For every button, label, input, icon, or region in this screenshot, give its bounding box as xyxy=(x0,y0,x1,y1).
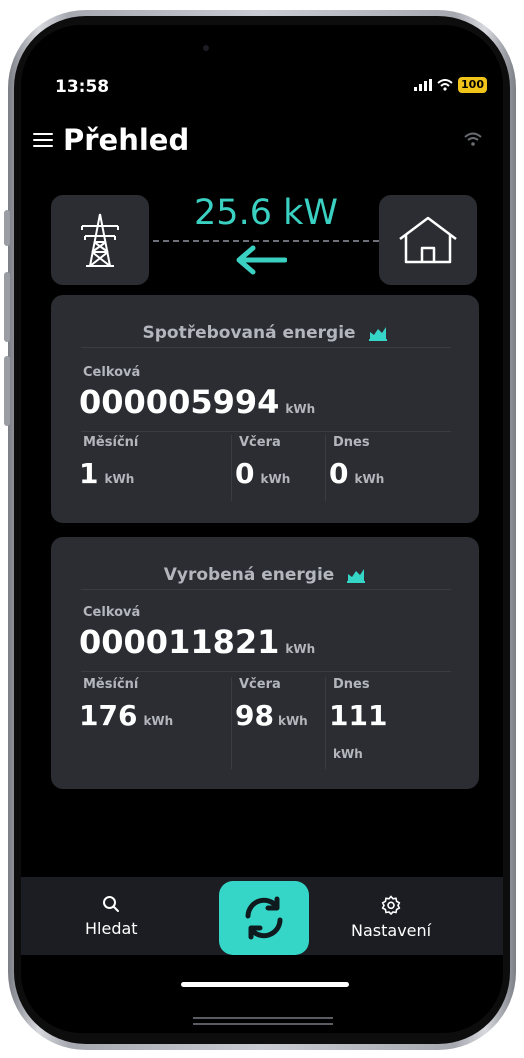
card-divider xyxy=(81,431,451,432)
area-chart-icon[interactable] xyxy=(346,567,366,583)
consumed-energy-card: Spotřebovaná energie Celková 000005994 kW… xyxy=(51,295,479,523)
gear-icon xyxy=(381,895,401,915)
consumed-yesterday-number: 0 xyxy=(235,457,255,490)
power-tower-icon xyxy=(81,213,119,267)
home-consumer-box xyxy=(379,195,477,285)
consumed-monthly-label: Měsíční xyxy=(83,435,139,450)
produced-yesterday-value: 98 kWh xyxy=(235,699,308,732)
nav-search[interactable]: Hledat xyxy=(85,895,138,938)
power-flow-value: 25.6 kW xyxy=(194,193,338,233)
column-divider xyxy=(231,435,232,501)
dynamic-island xyxy=(203,39,321,73)
produced-monthly-number: 176 xyxy=(79,699,138,732)
arrow-left-icon xyxy=(236,245,287,275)
power-flow-line xyxy=(153,240,379,242)
consumed-title-text: Spotřebovaná energie xyxy=(142,323,356,343)
front-camera xyxy=(203,45,209,51)
refresh-button[interactable] xyxy=(219,881,309,955)
card-divider xyxy=(81,589,451,590)
wifi-status-icon xyxy=(437,79,453,91)
consumed-energy-title[interactable]: Spotřebovaná energie xyxy=(51,323,479,343)
consumed-today-number: 0 xyxy=(329,457,349,490)
produced-total-value: 000011821 kWh xyxy=(79,623,315,661)
consumed-total-value: 000005994 kWh xyxy=(79,383,315,421)
status-icons: 100 xyxy=(414,77,487,93)
card-divider xyxy=(81,347,451,348)
consumed-total-unit: kWh xyxy=(285,402,316,416)
column-divider xyxy=(325,435,326,501)
consumed-yesterday-unit: kWh xyxy=(260,472,291,486)
connection-wifi-icon xyxy=(464,132,482,146)
grid-source-box xyxy=(51,195,149,285)
volume-up-button xyxy=(4,272,10,342)
nav-settings-label: Nastavení xyxy=(351,921,432,940)
card-divider xyxy=(81,671,451,672)
produced-today-unit: kWh xyxy=(333,747,363,761)
app-screen: 13:58 100 Přehled 25.6 kW Spotřebovaná e… xyxy=(21,25,503,1033)
produced-today-value: 111 xyxy=(329,699,388,732)
consumed-total-number: 000005994 xyxy=(79,383,280,421)
produced-title-text: Vyrobená energie xyxy=(163,565,335,585)
bottom-edge-line xyxy=(193,1023,333,1025)
column-divider xyxy=(231,677,232,769)
consumed-monthly-value: 1 kWh xyxy=(79,457,134,490)
bottom-edge-line xyxy=(193,1017,333,1019)
battery-indicator: 100 xyxy=(458,77,487,93)
home-indicator[interactable] xyxy=(181,982,349,987)
produced-energy-title[interactable]: Vyrobená energie xyxy=(51,565,479,585)
hamburger-menu-icon[interactable] xyxy=(33,132,53,148)
produced-today-label: Dnes xyxy=(333,677,370,692)
produced-total-label: Celková xyxy=(83,605,141,620)
produced-energy-card: Vyrobená energie Celková 000011821 kWh Mě… xyxy=(51,537,479,789)
produced-monthly-value: 176 kWh xyxy=(79,699,173,732)
consumed-monthly-unit: kWh xyxy=(104,472,135,486)
status-time: 13:58 xyxy=(55,77,110,97)
area-chart-icon[interactable] xyxy=(368,325,388,341)
action-button xyxy=(4,210,10,246)
app-header: Přehled xyxy=(33,123,189,157)
column-divider xyxy=(325,677,326,769)
nav-search-label: Hledat xyxy=(85,919,138,938)
produced-total-unit: kWh xyxy=(285,642,316,656)
produced-monthly-label: Měsíční xyxy=(83,677,139,692)
consumed-yesterday-label: Včera xyxy=(239,435,281,450)
produced-yesterday-unit: kWh xyxy=(277,714,308,728)
consumed-monthly-number: 1 xyxy=(79,457,99,490)
consumed-today-label: Dnes xyxy=(333,435,370,450)
house-icon xyxy=(399,216,457,264)
produced-yesterday-number: 98 xyxy=(235,699,274,732)
page-title: Přehled xyxy=(63,123,190,157)
consumed-yesterday-value: 0 kWh xyxy=(235,457,290,490)
cellular-signal-icon xyxy=(414,79,433,91)
consumed-today-value: 0 kWh xyxy=(329,457,384,490)
search-icon xyxy=(103,896,120,912)
volume-down-button xyxy=(4,356,10,426)
nav-settings[interactable]: Nastavení xyxy=(351,895,431,940)
produced-yesterday-label: Včera xyxy=(239,677,281,692)
produced-total-number: 000011821 xyxy=(79,623,280,661)
sync-icon xyxy=(245,896,283,940)
consumed-today-unit: kWh xyxy=(354,472,385,486)
produced-monthly-unit: kWh xyxy=(143,714,174,728)
consumed-total-label: Celková xyxy=(83,365,141,380)
